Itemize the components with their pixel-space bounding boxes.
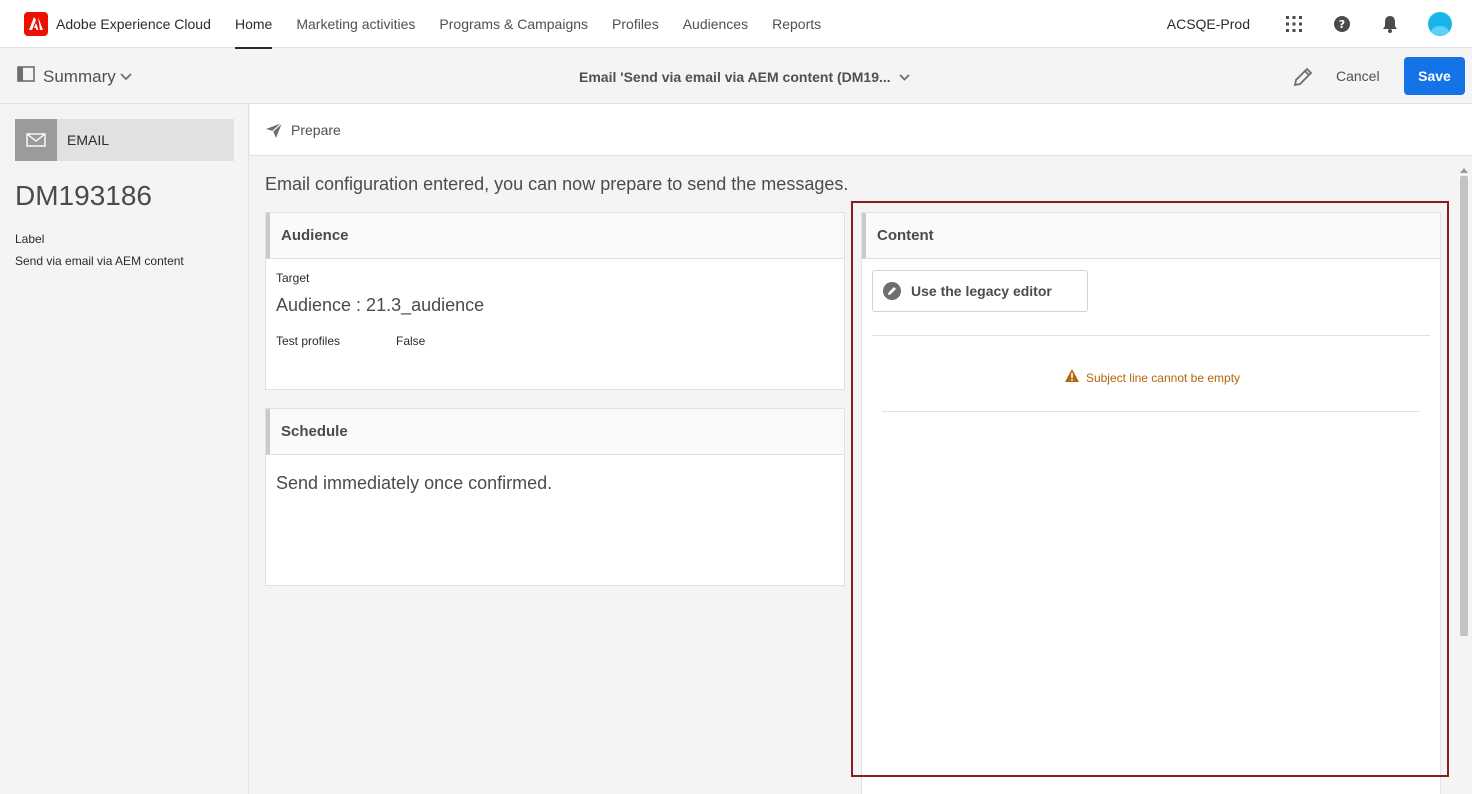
apps-grid-icon[interactable]	[1284, 14, 1304, 34]
org-switcher[interactable]: ACSQE-Prod	[1167, 16, 1250, 32]
panel-icon	[17, 66, 35, 87]
status-message: Email configuration entered, you can now…	[265, 174, 849, 194]
nav-right: ACSQE-Prod ?	[1167, 0, 1472, 48]
delivery-title[interactable]: Email 'Send via email via AEM content (D…	[579, 49, 910, 104]
paper-plane-icon[interactable]	[265, 121, 283, 139]
brand[interactable]: Adobe Experience Cloud	[24, 11, 235, 36]
schedule-card[interactable]: Schedule Send immediately once confirmed…	[265, 408, 845, 586]
top-navigation: Adobe Experience Cloud Home Marketing ac…	[0, 0, 1472, 49]
main-content: Prepare Email configuration entered, you…	[250, 104, 1472, 794]
delivery-id: DM193186	[15, 180, 152, 211]
envelope-icon	[15, 119, 57, 161]
channel-label: EMAIL	[67, 132, 110, 148]
bell-icon[interactable]	[1380, 14, 1400, 34]
delivery-title-text: Email 'Send via email via AEM content (D…	[579, 68, 891, 85]
label-value: Send via email via AEM content	[15, 254, 184, 268]
nav-tab-marketing-activities[interactable]: Marketing activities	[296, 0, 415, 48]
left-summary-panel: EMAIL DM193186 Label Send via email via …	[0, 104, 249, 794]
target-value: Audience : 21.3_audience	[276, 295, 485, 315]
pencil-icon[interactable]	[1292, 66, 1314, 88]
nav-tab-audiences[interactable]: Audiences	[683, 0, 748, 48]
nav-tab-programs-campaigns[interactable]: Programs & Campaigns	[439, 0, 588, 48]
save-button[interactable]: Save	[1404, 57, 1465, 95]
action-bar: Summary Email 'Send via email via AEM co…	[0, 49, 1472, 104]
nav-tab-profiles[interactable]: Profiles	[612, 0, 659, 48]
label-key: Label	[15, 232, 45, 246]
chevron-down-icon	[120, 68, 132, 86]
prepare-bar: Prepare	[250, 104, 1472, 156]
summary-toggle[interactable]: Summary	[17, 49, 132, 104]
brand-name: Adobe Experience Cloud	[56, 15, 211, 32]
nav-tabs: Home Marketing activities Programs & Cam…	[235, 0, 845, 49]
scroll-up-arrow-icon[interactable]	[1460, 162, 1468, 173]
schedule-value: Send immediately once confirmed.	[276, 473, 553, 493]
nav-tab-reports[interactable]: Reports	[772, 0, 821, 48]
cancel-button[interactable]: Cancel	[1326, 60, 1390, 92]
test-profiles-value: False	[396, 334, 426, 348]
scroll-thumb[interactable]	[1460, 176, 1468, 636]
audience-card[interactable]: Audience Target Audience : 21.3_audience…	[265, 212, 845, 390]
channel-badge: EMAIL	[15, 119, 234, 161]
svg-text:?: ?	[1339, 18, 1345, 31]
summary-label: Summary	[43, 66, 116, 86]
chevron-down-icon	[899, 68, 910, 86]
prepare-button[interactable]: Prepare	[291, 122, 341, 138]
nav-tab-home[interactable]: Home	[235, 0, 273, 49]
help-icon[interactable]: ?	[1332, 14, 1352, 34]
scrollbar[interactable]	[1458, 160, 1470, 794]
highlight-frame	[851, 201, 1449, 777]
audience-card-title: Audience	[266, 213, 844, 259]
adobe-logo-icon	[24, 11, 48, 36]
user-avatar[interactable]	[1428, 12, 1452, 36]
target-label: Target	[276, 271, 310, 285]
test-profiles-label: Test profiles	[276, 334, 341, 348]
schedule-card-title: Schedule	[266, 409, 844, 455]
